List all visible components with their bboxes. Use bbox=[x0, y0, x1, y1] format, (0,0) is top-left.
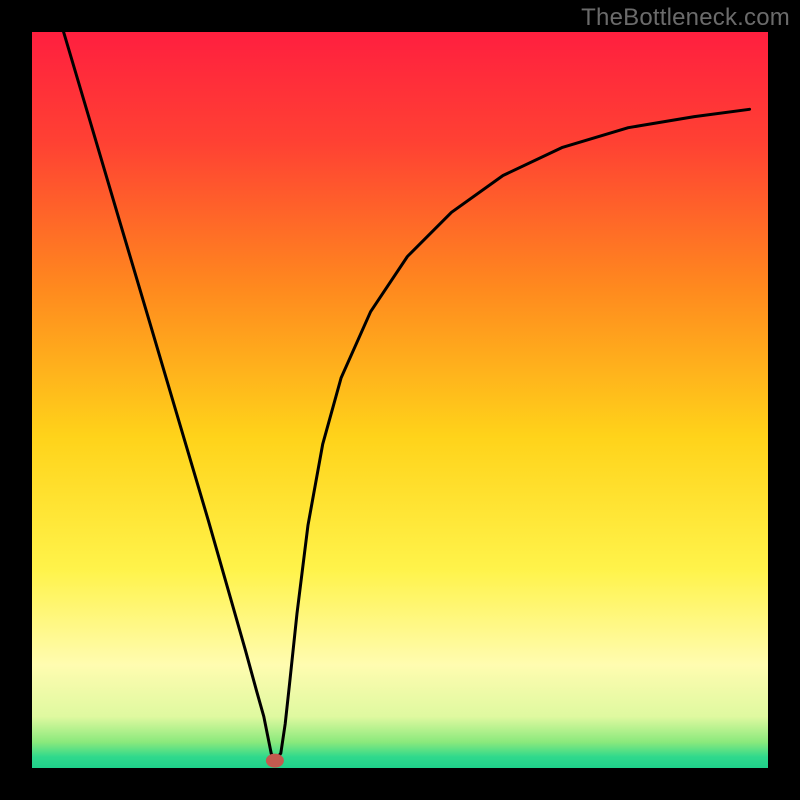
chart-frame: TheBottleneck.com bbox=[0, 0, 800, 800]
optimal-point-marker bbox=[266, 754, 284, 768]
watermark-text: TheBottleneck.com bbox=[581, 4, 790, 32]
plot-background bbox=[32, 32, 768, 768]
bottleneck-chart bbox=[0, 0, 800, 800]
